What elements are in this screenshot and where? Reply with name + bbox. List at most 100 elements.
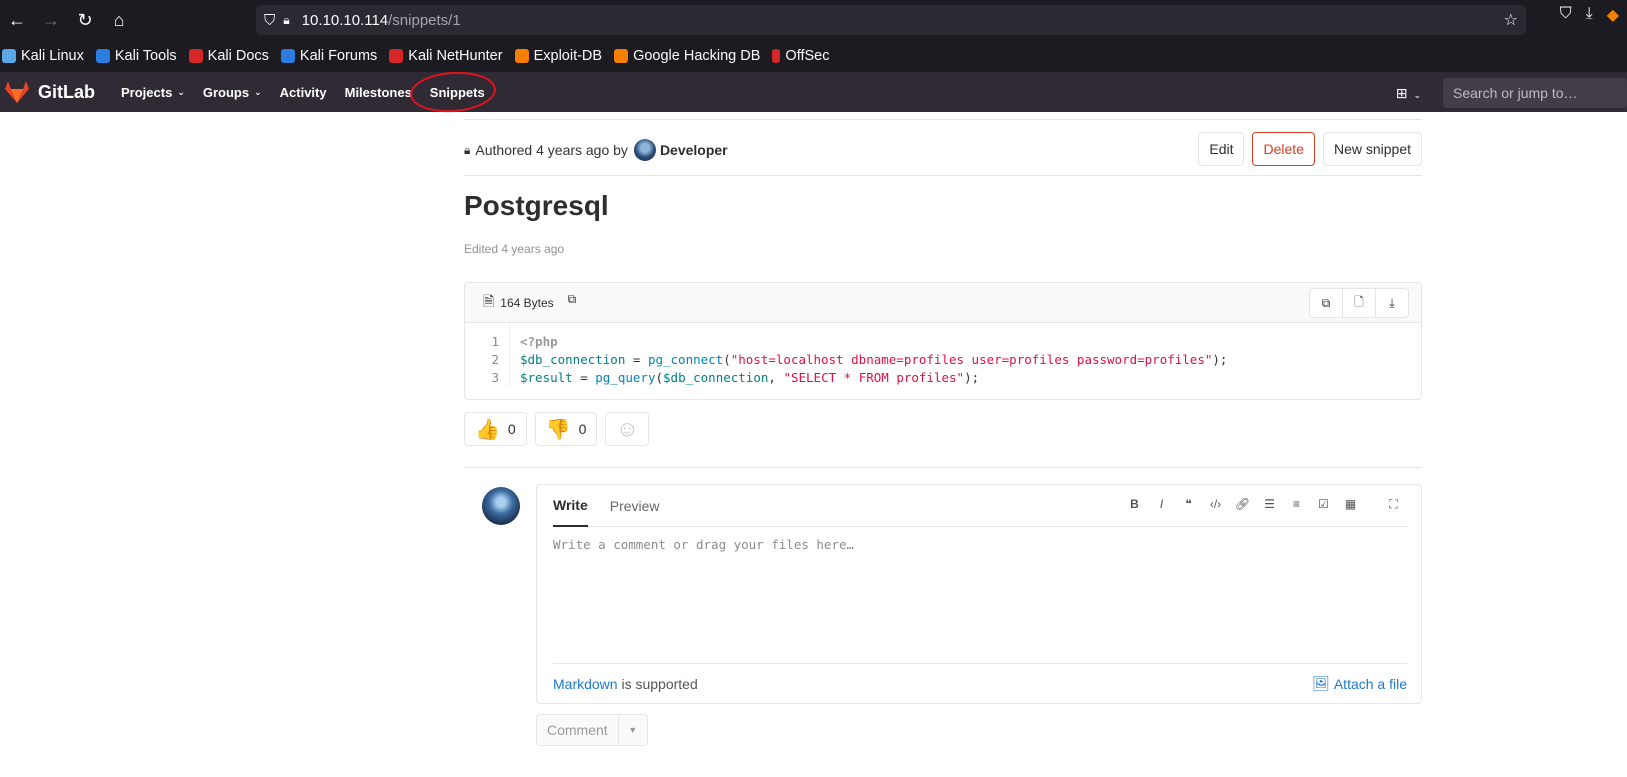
exploit-db-icon	[514, 49, 529, 63]
bookmark-star-icon[interactable]: ☆	[1504, 10, 1518, 30]
bookmark-kali-linux[interactable]: Kali Linux	[2, 48, 84, 64]
nav-activity[interactable]: Activity	[280, 85, 327, 100]
comment-type-dropdown[interactable]: ▼	[617, 714, 648, 746]
numbered-list-icon[interactable]: ≡	[1283, 497, 1310, 512]
kali-docs-icon	[188, 49, 203, 63]
chevron-down-icon: ⌄	[254, 86, 262, 97]
file-actions: ⧉ 🗋 ⤓	[1309, 288, 1409, 318]
thumbs-down-icon: 👎	[545, 418, 571, 441]
copy-path-icon[interactable]: ⧉	[568, 292, 577, 307]
url-host: 10.10.10.114	[301, 11, 389, 29]
comment-editor: Write Preview B I ❝ ‹/› 🔗︎ ☰ ≡ ☑ ▦ ⛶ Wri…	[536, 484, 1422, 704]
link-icon[interactable]: 🔗︎	[1229, 497, 1256, 512]
line-number[interactable]: 2	[465, 351, 499, 369]
bookmark-exploit-db[interactable]: Exploit-DB	[514, 48, 602, 64]
bookmark-kali-docs[interactable]: Kali Docs	[188, 48, 269, 64]
extension-icon[interactable]: ◆	[1607, 5, 1619, 25]
snippet-header: 🔒︎ Authored 4 years ago by Developer Edi…	[464, 132, 1422, 168]
divider	[464, 467, 1422, 468]
snippet-file: 🗎 164 Bytes ⧉ ⧉ 🗋 ⤓ 1 2 3 <?php $db_conn…	[464, 282, 1422, 400]
thumbs-up-button[interactable]: 👍 0	[464, 412, 527, 446]
nav-snippets[interactable]: Snippets	[408, 68, 498, 115]
bookmark-kali-nethunter[interactable]: Kali NetHunter	[389, 48, 503, 64]
editor-footer: Markdown is supported 🖼︎ Attach a file	[553, 663, 1407, 703]
edited-timestamp: Edited 4 years ago	[464, 242, 565, 256]
line-number[interactable]: 1	[465, 333, 499, 351]
gitlab-logo-icon	[5, 81, 29, 103]
lock-icon: 🔒︎	[464, 142, 471, 157]
copy-contents-button[interactable]: ⧉	[1309, 288, 1343, 318]
nav-groups[interactable]: Groups ⌄	[203, 85, 262, 100]
ghdb-icon	[614, 49, 629, 63]
code-lines: <?php $db_connection = pg_connect("host=…	[510, 323, 1227, 387]
award-emoji-bar: 👍 0 👎 0 ☺	[464, 412, 650, 446]
bookmark-offsec[interactable]: OffSec	[772, 48, 829, 64]
pocket-icon[interactable]: ⛉	[1560, 5, 1572, 25]
gitlab-home-link[interactable]: GitLab	[4, 80, 95, 104]
task-list-icon[interactable]: ☑	[1310, 497, 1337, 512]
editor-tabs: Write Preview B I ❝ ‹/› 🔗︎ ☰ ≡ ☑ ▦ ⛶	[553, 485, 1407, 527]
author-link[interactable]: Developer	[660, 142, 728, 158]
bullet-list-icon[interactable]: ☰	[1256, 497, 1283, 512]
smiley-icon: ☺	[616, 416, 639, 441]
gitlab-navbar: GitLab Projects ⌄ Groups ⌄ Activity Milest…	[0, 68, 1627, 115]
code-icon[interactable]: ‹/›	[1202, 497, 1229, 512]
thumbs-down-count: 0	[578, 421, 587, 437]
copy-icon: ⧉	[1321, 295, 1331, 310]
delete-button[interactable]: Delete	[1252, 132, 1315, 166]
thumbs-up-count: 0	[507, 421, 516, 437]
downloads-icon[interactable]: ⤓	[1586, 5, 1593, 25]
kali-forums-icon	[280, 49, 295, 63]
home-icon[interactable]: ⌂	[102, 3, 136, 37]
address-bar[interactable]: ⛉ 🔒︎ 10.10.10.114/snippets/1 ☆	[256, 5, 1526, 35]
line-number[interactable]: 3	[465, 369, 499, 387]
gitlab-nav-links: Projects ⌄ Groups ⌄ Activity Milestones Sn…	[121, 68, 503, 115]
back-icon[interactable]: ←	[0, 3, 34, 37]
quote-icon[interactable]: ❝	[1175, 497, 1202, 512]
open-raw-button[interactable]: 🗋	[1342, 288, 1376, 318]
gitlab-nav-right: ⊞ ⌄ Search or jump to…	[1396, 78, 1627, 108]
divider	[464, 175, 1422, 176]
forward-icon[interactable]: →	[34, 3, 68, 37]
reload-icon[interactable]: ↻	[68, 3, 102, 37]
chevron-down-icon: ⌄	[177, 86, 185, 97]
author-avatar[interactable]	[633, 139, 656, 161]
page-title: Postgresql	[464, 190, 609, 221]
markdown-help-link[interactable]: Markdown	[553, 676, 618, 692]
thumbs-down-button[interactable]: 👎 0	[534, 412, 598, 446]
bold-icon[interactable]: B	[1121, 497, 1148, 512]
kali-tools-icon	[95, 49, 110, 63]
attach-file-button[interactable]: 🖼︎ Attach a file	[1312, 675, 1407, 692]
comment-submit-group: Comment ▼	[536, 714, 648, 746]
search-input[interactable]: Search or jump to…	[1443, 78, 1627, 108]
italic-icon[interactable]: I	[1148, 497, 1175, 512]
image-icon: 🖼︎	[1312, 675, 1330, 691]
edit-button[interactable]: Edit	[1198, 132, 1245, 166]
divider	[464, 119, 1422, 120]
new-dropdown-button[interactable]: ⊞ ⌄	[1396, 85, 1421, 102]
table-icon[interactable]: ▦	[1337, 497, 1364, 512]
bookmark-google-hacking-db[interactable]: Google Hacking DB	[614, 48, 760, 64]
nav-projects[interactable]: Projects ⌄	[121, 85, 185, 100]
bookmark-kali-forums[interactable]: Kali Forums	[280, 48, 377, 64]
add-reaction-button[interactable]: ☺	[605, 412, 650, 446]
snippet-actions: Edit Delete New snippet	[1198, 132, 1422, 166]
bookmarks-bar: Kali Linux Kali Tools Kali Docs Kali For…	[0, 40, 1627, 72]
tab-write[interactable]: Write	[553, 485, 588, 527]
caret-down-icon: ▼	[628, 725, 638, 735]
authored-text: Authored 4 years ago by	[475, 142, 628, 158]
line-numbers: 1 2 3	[465, 323, 510, 387]
comment-button[interactable]: Comment	[536, 714, 619, 746]
tab-preview[interactable]: Preview	[610, 485, 660, 527]
nav-milestones[interactable]: Milestones	[345, 85, 412, 100]
code-line: <?php	[520, 334, 558, 349]
current-user-avatar[interactable]	[482, 487, 520, 525]
nethunter-icon	[389, 49, 404, 63]
comment-textarea[interactable]: Write a comment or drag your files here…	[553, 537, 854, 552]
download-button[interactable]: ⤓	[1375, 288, 1409, 318]
shield-icon: ⛉	[264, 11, 276, 29]
bookmark-kali-tools[interactable]: Kali Tools	[95, 48, 177, 64]
fullscreen-icon[interactable]: ⛶	[1380, 497, 1407, 512]
thumbs-up-icon: 👍	[475, 418, 500, 441]
new-snippet-button[interactable]: New snippet	[1322, 132, 1422, 166]
